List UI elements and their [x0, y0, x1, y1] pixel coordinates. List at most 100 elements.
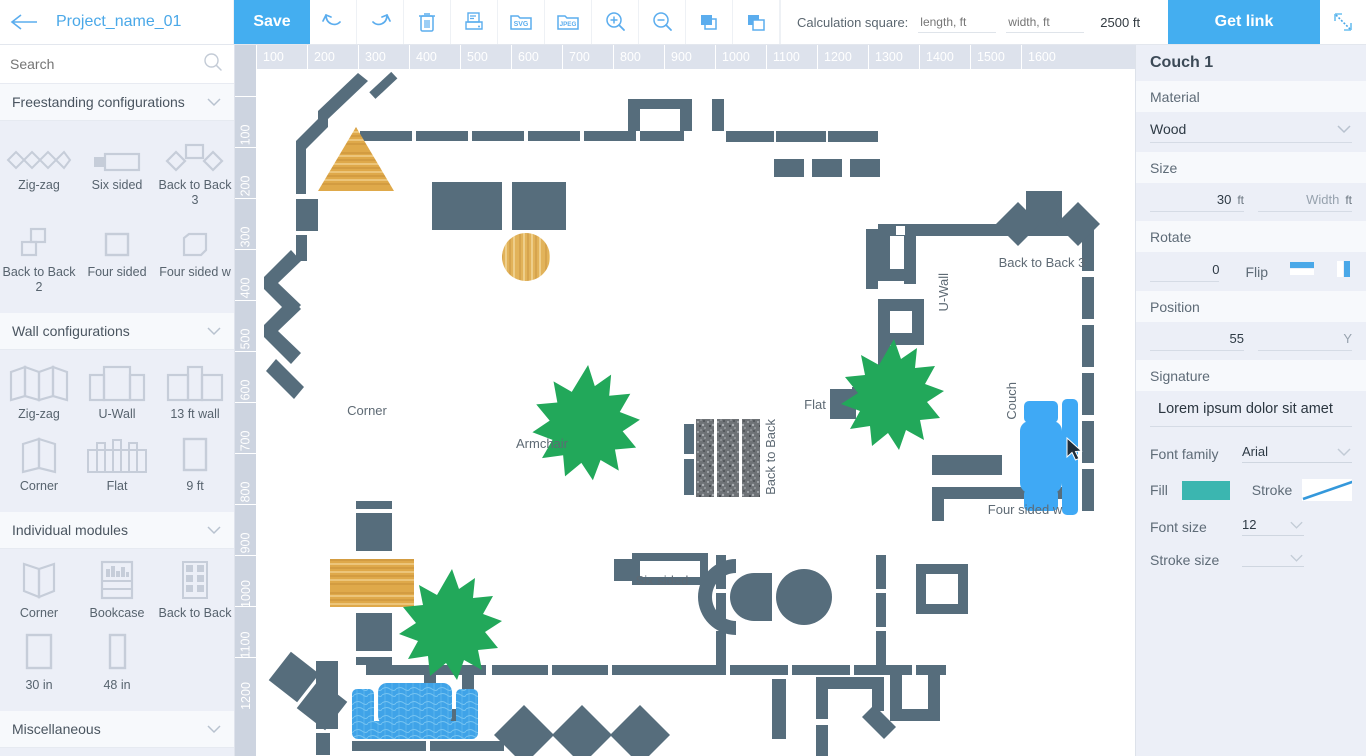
svg-export-icon[interactable]: SVG — [498, 0, 545, 44]
wall-flat-icon — [85, 432, 149, 474]
ruler-tick-x: 1500 — [970, 45, 1021, 69]
module-zigzag[interactable]: Zig-zag — [0, 131, 78, 208]
signature-row: Lorem ipsum dolor sit amet — [1136, 391, 1366, 435]
module-label: Back to Back 2 — [2, 265, 76, 294]
module-corner[interactable]: Corner — [0, 559, 78, 621]
size-width-field[interactable]: Width ft — [1258, 192, 1352, 212]
section-title: Miscellaneous — [12, 721, 101, 737]
position-x-value: 55 — [1229, 331, 1244, 346]
module-six-sided[interactable]: Six sided — [78, 131, 156, 208]
send-to-back-icon[interactable] — [733, 0, 780, 44]
expand-resize-icon[interactable] — [1320, 0, 1366, 44]
material-select[interactable]: Wood — [1150, 121, 1352, 143]
module-bookcase[interactable]: Bookcase — [78, 559, 156, 621]
search-icon[interactable] — [202, 51, 224, 78]
module-four-sided-w[interactable]: Four sided w — [156, 218, 234, 295]
width-input[interactable] — [1006, 11, 1085, 33]
wall-zigzag-icon — [8, 360, 70, 402]
chevron-down-icon — [1337, 447, 1351, 456]
sidebar-section-miscellaneous[interactable]: Miscellaneous — [0, 711, 234, 748]
redo-icon[interactable] — [357, 0, 404, 44]
four-sided-w-icon — [178, 218, 212, 260]
module-label: Four sided — [87, 265, 147, 279]
canvas-area[interactable]: 100 200 300 400 500 600 700 800 900 1000 1100 1200 1… — [235, 45, 1135, 756]
table-wood-rect — [330, 559, 414, 607]
ruler-tick-y: 100 — [235, 96, 256, 147]
plan-label-back-to-back-3: Back to Back 3 — [998, 255, 1086, 270]
module-30in[interactable]: 30 in — [0, 631, 78, 693]
module-label: 30 in — [25, 678, 53, 692]
module-48in[interactable]: 48 in — [78, 631, 156, 693]
ruler-tick-y: 800 — [235, 453, 256, 504]
get-link-button[interactable]: Get link — [1168, 0, 1320, 44]
search-input[interactable] — [10, 56, 202, 72]
module-label: 48 in — [103, 678, 131, 692]
floor-plan-drawing[interactable]: Corner Armchair Six sided Flat Back to B… — [256, 69, 1135, 756]
module-wall-corner[interactable]: Corner — [0, 432, 78, 494]
section-title: Freestanding configurations — [12, 94, 185, 110]
ruler-tick-y: 1200 — [235, 657, 256, 710]
flip-horizontal-icon[interactable] — [1290, 261, 1314, 282]
print-icon[interactable] — [451, 0, 498, 44]
back-arrow-icon[interactable] — [0, 0, 48, 44]
ruler-tick-x: 1000 — [715, 45, 766, 69]
flip-label: Flip — [1245, 263, 1268, 280]
plan-label-corner: Corner — [347, 403, 387, 418]
stroke-size-select[interactable] — [1242, 553, 1304, 567]
flip-vertical-icon[interactable] — [1336, 261, 1352, 282]
stroke-size-row: Stroke size — [1136, 538, 1366, 570]
chevron-down-icon — [207, 327, 221, 336]
plan-label-back-to-back: Back to Back — [763, 419, 778, 495]
font-family-label: Font family — [1150, 445, 1219, 462]
module-label: U-Wall — [98, 407, 136, 421]
stroke-size-label: Stroke size — [1150, 552, 1220, 568]
sidebar-section-wall[interactable]: Wall configurations — [0, 313, 234, 350]
zoom-out-icon[interactable] — [639, 0, 686, 44]
sidebar-section-freestanding[interactable]: Freestanding configurations — [0, 84, 234, 121]
module-back-to-back-2[interactable]: Back to Back 2 — [0, 218, 78, 295]
length-input[interactable] — [918, 11, 997, 33]
rotate-field[interactable]: 0 — [1150, 262, 1220, 282]
module-u-wall[interactable]: U-Wall — [78, 360, 156, 422]
module-label: Four sided w — [159, 265, 231, 279]
module-back-to-back[interactable]: Back to Back — [156, 559, 234, 621]
bring-to-front-icon[interactable] — [686, 0, 733, 44]
thirty-in-icon — [21, 631, 57, 673]
section-title: Wall configurations — [12, 323, 130, 339]
wall-corner-icon — [17, 432, 61, 474]
font-family-select[interactable]: Arial — [1242, 444, 1352, 463]
plan-label-flat: Flat — [804, 397, 826, 412]
zoom-in-icon[interactable] — [592, 0, 639, 44]
position-x-field[interactable]: 55 — [1150, 331, 1244, 351]
module-four-sided[interactable]: Four sided — [78, 218, 156, 295]
fill-label: Fill — [1150, 482, 1168, 498]
four-sided-icon — [100, 218, 134, 260]
project-name-field[interactable]: Project_name_01 — [48, 0, 234, 44]
six-sided-icon — [91, 131, 143, 173]
signature-input[interactable]: Lorem ipsum dolor sit amet — [1150, 401, 1352, 427]
fill-color-swatch[interactable] — [1181, 480, 1230, 500]
size-length-value: 30 — [1216, 192, 1232, 207]
font-size-select[interactable]: 12 — [1242, 517, 1304, 536]
module-wall-flat[interactable]: Flat — [78, 432, 156, 494]
ruler-tick-x: 500 — [460, 45, 511, 69]
trash-icon[interactable] — [404, 0, 451, 44]
undo-icon[interactable] — [310, 0, 357, 44]
module-label: Corner — [19, 606, 59, 620]
nine-ft-wall-icon — [178, 432, 212, 474]
top-toolbar: Project_name_01 Save SVG JPEG Calculatio… — [0, 0, 1366, 45]
module-13ft-wall[interactable]: 13 ft wall — [156, 360, 234, 422]
sidebar-section-individual[interactable]: Individual modules — [0, 512, 234, 549]
ruler-tick-y: 1100 — [235, 606, 256, 658]
font-family-value: Arial — [1242, 444, 1269, 459]
plan-label-four-sided-w: Four sided w — [987, 502, 1063, 517]
stroke-color-swatch[interactable] — [1302, 479, 1352, 501]
module-back-to-back-3[interactable]: Back to Back 3 — [156, 131, 234, 208]
module-9ft[interactable]: 9 ft — [156, 432, 234, 494]
save-button[interactable]: Save — [234, 0, 310, 44]
jpeg-export-icon[interactable]: JPEG — [545, 0, 592, 44]
size-length-field[interactable]: 30 ft — [1150, 192, 1244, 212]
position-y-field[interactable]: Y — [1258, 331, 1352, 351]
module-wall-zigzag[interactable]: Zig-zag — [0, 360, 78, 422]
ruler-tick-x: 400 — [409, 45, 460, 69]
